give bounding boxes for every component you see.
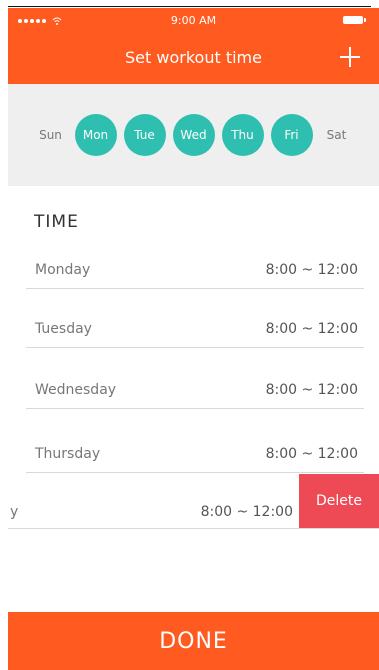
time-row-monday[interactable]: Monday 8:00 ~ 12:00 [26, 228, 364, 289]
top-line [0, 0, 379, 8]
row-day: y [10, 504, 19, 520]
day-fri[interactable]: Fri [270, 114, 313, 156]
battery-icon [343, 16, 366, 24]
day-sun[interactable]: Sun [34, 128, 68, 142]
page-title: Set workout time [125, 48, 262, 67]
weekday-selector: Sun Mon Tue Wed Thu Fri Sat [8, 84, 379, 186]
time-row-thursday[interactable]: Thursday 8:00 ~ 12:00 [26, 412, 364, 473]
row-range: 8:00 ~ 12:00 [265, 262, 358, 278]
row-range: 8:00 ~ 12:00 [200, 504, 293, 520]
row-range: 8:00 ~ 12:00 [265, 321, 358, 337]
day-mon[interactable]: Mon [74, 114, 117, 156]
plus-icon[interactable] [339, 46, 361, 68]
row-day: Thursday [35, 446, 101, 462]
row-range: 8:00 ~ 12:00 [265, 446, 358, 462]
row-range: 8:00 ~ 12:00 [265, 382, 358, 398]
status-time: 9:00 AM [170, 14, 217, 27]
row-day: Wednesday [35, 382, 117, 398]
day-sat[interactable]: Sat [320, 128, 354, 142]
delete-button[interactable]: Delete [299, 474, 379, 528]
row-day: Tuesday [35, 321, 92, 337]
time-row-tuesday[interactable]: Tuesday 8:00 ~ 12:00 [26, 287, 364, 348]
status-bar: 9:00 AM [8, 8, 379, 34]
day-thu[interactable]: Thu [221, 114, 264, 156]
day-wed[interactable]: Wed [172, 114, 215, 156]
time-row-swiped[interactable]: y 8:00 ~ 12:00 Delete [8, 474, 379, 529]
header: 9:00 AM Set workout time [8, 8, 379, 84]
day-tue[interactable]: Tue [123, 114, 166, 156]
row-day: Monday [35, 262, 91, 278]
done-button[interactable]: DONE [8, 612, 379, 670]
time-row-wednesday[interactable]: Wednesday 8:00 ~ 12:00 [26, 348, 364, 409]
